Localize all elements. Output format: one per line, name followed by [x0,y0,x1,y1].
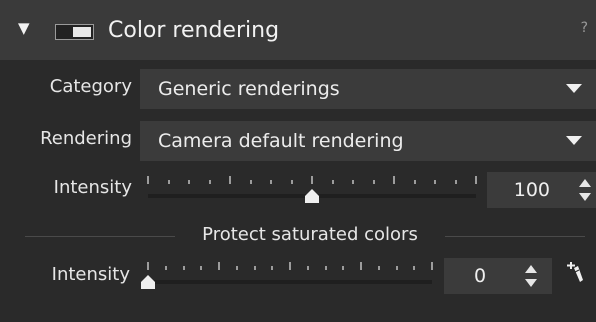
slider-tick [167,180,170,184]
slider-tick [182,266,185,270]
slider-tick [413,180,416,184]
spinner-icon[interactable] [578,176,592,204]
category-value: Generic renderings [158,78,340,100]
intensity-label: Intensity [53,177,132,198]
panel-title: Color rendering [108,18,280,43]
slider-track [148,280,432,284]
enable-toggle[interactable] [55,24,94,40]
rendering-dropdown[interactable]: Camera default rendering [140,121,596,161]
rendering-label: Rendering [40,128,132,149]
slider-tick [331,180,334,184]
separator-left [25,236,175,237]
slider-tick [413,266,416,270]
protect-title: Protect saturated colors [202,224,418,245]
intensity-slider[interactable] [140,172,477,206]
slider-tick [270,180,272,184]
slider-tick [289,262,291,270]
collapse-arrow-icon[interactable]: ▼ [18,21,30,36]
slider-tick [311,176,313,184]
slider-tick [218,262,220,270]
slider-tick [454,180,457,184]
intensity-value: 100 [513,179,550,201]
slider-tick [372,180,375,184]
category-label: Category [49,76,132,97]
slider-tick [352,180,354,184]
protect-value-box[interactable]: 0 [444,258,552,294]
slider-tick [475,176,477,184]
slider-tick [360,262,362,270]
slider-thumb[interactable] [304,188,320,204]
color-rendering-panel: ▼ Color rendering ? Category Generic ren… [0,0,596,322]
help-icon[interactable]: ? [581,20,588,36]
slider-tick [342,266,345,270]
slider-thumb[interactable] [140,274,156,290]
slider-tick [164,266,167,270]
slider-tick [395,266,398,270]
slider-tick [235,266,238,270]
separator-right [445,236,585,237]
panel-header[interactable]: ▼ Color rendering ? [0,0,596,60]
slider-tick [271,266,274,270]
slider-tick [229,176,231,184]
rendering-value: Camera default rendering [158,130,404,152]
slider-tick [306,266,309,270]
slider-tick [434,180,436,184]
slider-tick [324,266,327,270]
protect-value: 0 [474,265,487,287]
slider-tick [431,262,433,270]
slider-tick [253,266,256,270]
eyedropper-icon[interactable] [566,259,586,285]
category-dropdown[interactable]: Generic renderings [140,69,596,109]
slider-tick [200,266,203,270]
protect-intensity-label: Intensity [51,264,130,285]
slider-tick [393,176,395,184]
slider-tick [290,180,293,184]
protect-intensity-slider[interactable] [140,258,433,292]
slider-tick [147,262,149,270]
slider-tick [147,176,149,184]
chevron-down-icon [566,136,582,145]
spinner-icon[interactable] [524,262,538,290]
slider-tick [188,180,190,184]
slider-tick [208,180,211,184]
intensity-value-box[interactable]: 100 [487,172,596,208]
slider-tick [249,180,252,184]
toggle-knob [73,27,91,37]
chevron-down-icon [566,84,582,93]
slider-tick [377,266,380,270]
